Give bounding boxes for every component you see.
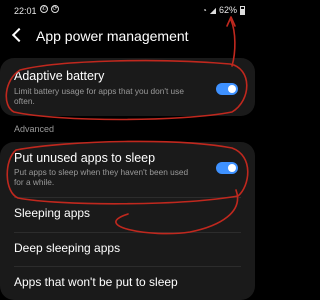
divider	[14, 232, 241, 233]
wifi-icon: ◔	[201, 5, 207, 15]
divider	[14, 266, 241, 267]
status-system-icons: ◔ ◢ 62%	[202, 5, 245, 15]
toggle-knob	[228, 164, 236, 172]
put-to-sleep-title: Put unused apps to sleep	[14, 151, 156, 165]
status-notification-icons: ✆ ⟳	[40, 5, 59, 13]
divider	[14, 197, 241, 198]
put-to-sleep-toggle[interactable]	[216, 162, 238, 174]
back-arrow-icon[interactable]	[11, 27, 27, 43]
section-label-advanced: Advanced	[14, 124, 55, 134]
put-to-sleep-description: Put apps to sleep when they haven't been…	[14, 167, 189, 187]
app-bar: App power management	[0, 22, 255, 50]
adaptive-battery-description: Limit battery usage for apps that you do…	[14, 86, 184, 106]
battery-percent: 62%	[218, 5, 237, 15]
never-sleeping-apps-item[interactable]: Apps that won't be put to sleep	[14, 275, 178, 289]
signal-icon: ◢	[209, 5, 216, 15]
deep-sleeping-apps-item[interactable]: Deep sleeping apps	[14, 241, 120, 255]
advanced-card: Put unused apps to sleep Put apps to sle…	[0, 142, 255, 300]
sync-icon: ⟳	[51, 5, 59, 13]
adaptive-battery-toggle[interactable]	[216, 83, 238, 95]
adaptive-battery-card[interactable]: Adaptive battery Limit battery usage for…	[0, 58, 255, 116]
status-time: 22:01	[14, 6, 37, 16]
adaptive-battery-title: Adaptive battery	[14, 69, 105, 83]
toggle-knob	[228, 85, 236, 93]
status-bar: 22:01 ✆ ⟳ ◔ ◢ 62%	[0, 0, 255, 22]
sleeping-apps-item[interactable]: Sleeping apps	[14, 206, 90, 220]
whatsapp-icon: ✆	[40, 5, 48, 13]
page-title: App power management	[36, 28, 189, 44]
battery-icon	[240, 5, 245, 15]
